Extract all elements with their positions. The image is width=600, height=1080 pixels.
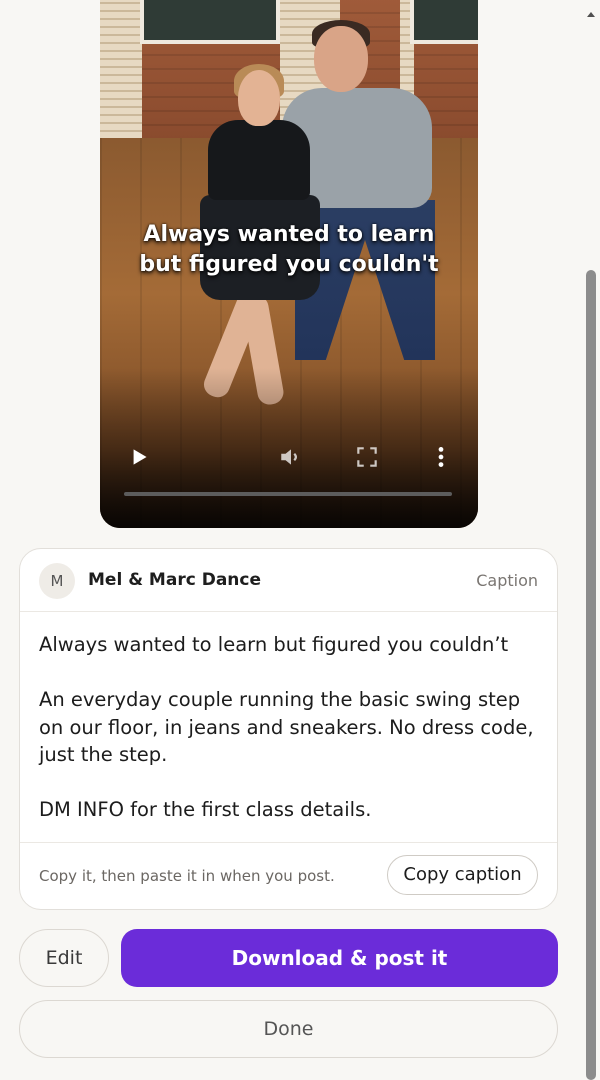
copy-caption-button[interactable]: Copy caption bbox=[387, 855, 538, 895]
caption-text: Always wanted to learn but figured you c… bbox=[39, 631, 539, 824]
caption-paragraph: Always wanted to learn but figured you c… bbox=[39, 633, 509, 656]
play-icon[interactable] bbox=[126, 444, 152, 470]
scroll-up-arrow-icon[interactable] bbox=[585, 6, 597, 18]
caption-card: M Mel & Marc Dance Caption Always wanted… bbox=[19, 548, 558, 910]
fullscreen-icon[interactable] bbox=[354, 444, 380, 470]
volume-icon[interactable] bbox=[278, 444, 304, 470]
video-progress-bar[interactable] bbox=[124, 492, 452, 496]
caption-paragraph: DM INFO for the first class details. bbox=[39, 798, 372, 821]
caption-label: Caption bbox=[476, 571, 538, 590]
scrollbar-thumb[interactable] bbox=[586, 270, 596, 1080]
overlay-line-2: but figured you couldn't bbox=[139, 252, 439, 277]
avatar: M bbox=[39, 563, 75, 599]
window bbox=[140, 0, 280, 44]
window bbox=[410, 0, 478, 44]
caption-paragraph: An everyday couple running the basic swi… bbox=[39, 688, 534, 766]
account-name: Mel & Marc Dance bbox=[88, 570, 261, 590]
copy-hint: Copy it, then paste it in when you post. bbox=[39, 867, 335, 885]
video-controls bbox=[100, 440, 478, 476]
video-overlay-text: Always wanted to learn but figured you c… bbox=[100, 220, 478, 280]
caption-card-header: M Mel & Marc Dance Caption bbox=[20, 549, 557, 612]
done-button[interactable]: Done bbox=[19, 1000, 558, 1058]
scrollbar[interactable] bbox=[582, 0, 600, 1080]
more-vertical-icon[interactable] bbox=[428, 444, 454, 470]
download-and-post-button[interactable]: Download & post it bbox=[121, 929, 558, 987]
page: Always wanted to learn but figured you c… bbox=[0, 0, 600, 1080]
edit-button[interactable]: Edit bbox=[19, 929, 109, 987]
caption-card-footer: Copy it, then paste it in when you post.… bbox=[20, 842, 557, 909]
video-player[interactable]: Always wanted to learn but figured you c… bbox=[100, 0, 478, 528]
overlay-line-1: Always wanted to learn bbox=[143, 222, 435, 247]
